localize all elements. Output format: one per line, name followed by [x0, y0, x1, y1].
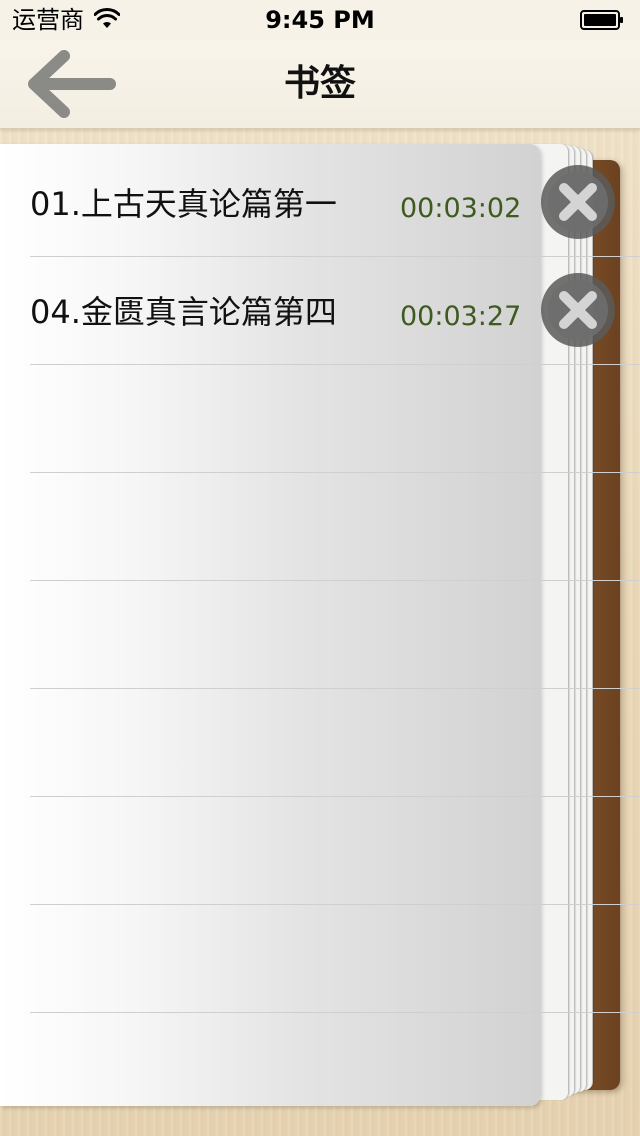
empty-row: [30, 688, 640, 797]
close-circle-icon: [541, 273, 615, 347]
empty-row: [30, 472, 640, 581]
bookmark-row[interactable]: 04.金匮真言论篇第四 00:03:27: [30, 256, 640, 365]
delete-bookmark-button[interactable]: [540, 272, 616, 348]
delete-bookmark-button[interactable]: [540, 164, 616, 240]
empty-row: [30, 364, 640, 473]
navigation-bar: 书签: [0, 40, 640, 129]
bookmark-time: 00:03:27: [400, 301, 522, 332]
status-bar: 运营商 9:45 PM: [0, 0, 640, 40]
bookmark-row[interactable]: 01.上古天真论篇第一 00:03:02: [30, 148, 640, 257]
bookmark-time: 00:03:02: [400, 193, 522, 224]
bookmark-title: 04.金匮真言论篇第四: [30, 293, 337, 331]
status-time: 9:45 PM: [265, 6, 375, 34]
bookmark-title: 01.上古天真论篇第一: [30, 185, 337, 223]
battery-icon: [580, 10, 623, 30]
empty-row: [30, 904, 640, 1013]
empty-row: [30, 580, 640, 689]
empty-row: [30, 796, 640, 905]
close-circle-icon: [541, 165, 615, 239]
page-title: 书签: [283, 63, 356, 104]
